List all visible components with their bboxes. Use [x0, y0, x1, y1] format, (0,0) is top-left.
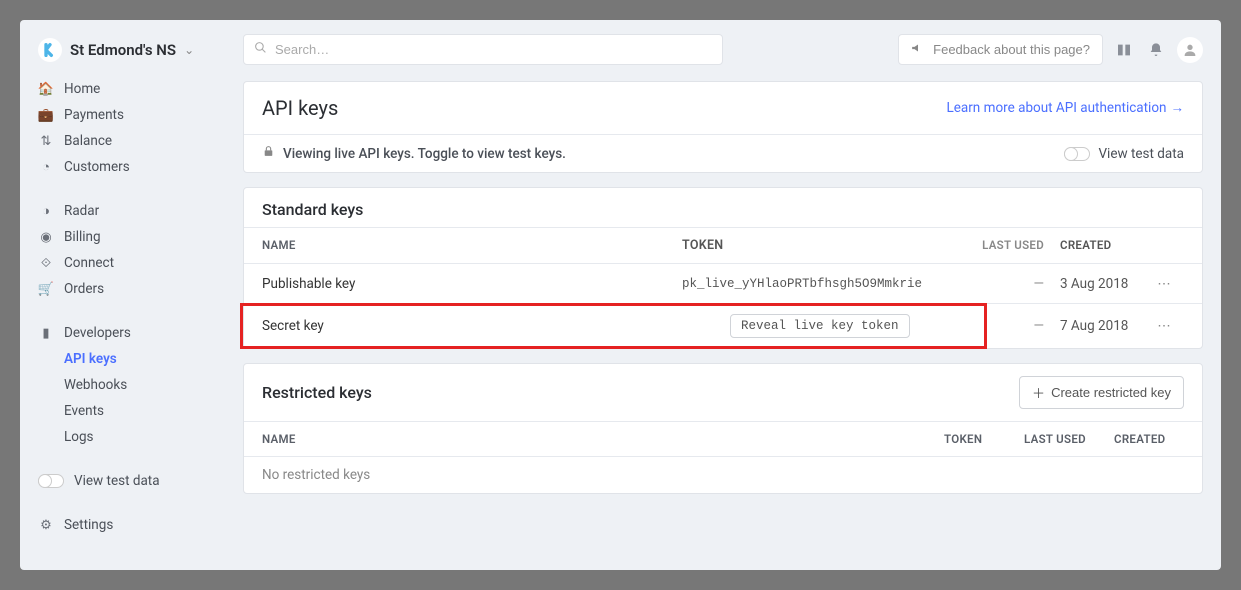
sidebar-item-label: Balance [64, 133, 112, 149]
col-created: CREATED [1114, 432, 1184, 446]
sidebar-item-label: Payments [64, 107, 124, 123]
sidebar-item-webhooks[interactable]: Webhooks [20, 372, 225, 398]
megaphone-icon [911, 41, 925, 58]
sidebar-item-label: Orders [64, 281, 104, 297]
key-used: — [964, 276, 1044, 292]
create-restricted-key-button[interactable]: ＋ Create restricted key [1019, 376, 1184, 409]
sidebar-item-logs[interactable]: Logs [20, 424, 225, 450]
ellipsis-icon: ⋯ [1157, 276, 1171, 292]
org-name: St Edmond's NS [70, 41, 176, 59]
key-created: 7 Aug 2018 [1044, 318, 1144, 334]
sidebar-item-apikeys[interactable]: API keys [20, 346, 225, 372]
col-created: CREATED [1044, 238, 1144, 253]
table-header: NAME TOKEN LAST USED CREATED [244, 227, 1202, 264]
key-created: 3 Aug 2018 [1044, 276, 1144, 292]
table-row: Secret key Reveal live key token — 7 Aug… [244, 304, 1202, 348]
sidebar-item-payments[interactable]: 💼 Payments [20, 102, 225, 128]
row-actions[interactable]: ⋯ [1144, 276, 1184, 292]
col-name: NAME [262, 432, 944, 446]
search-input[interactable] [275, 42, 712, 57]
sidebar-item-label: Events [64, 403, 104, 419]
col-name: NAME [262, 238, 682, 253]
sidebar-item-label: Connect [64, 255, 114, 271]
org-switcher[interactable]: St Edmond's NS ⌄ [20, 34, 225, 76]
bell-icon[interactable] [1145, 39, 1167, 61]
sidebar-item-orders[interactable]: 🛒 Orders [20, 276, 225, 302]
arrow-right-icon: → [1171, 100, 1185, 116]
org-logo-icon [38, 38, 62, 62]
sidebar-item-developers[interactable]: ▮ Developers [20, 320, 225, 346]
col-used: LAST USED [964, 238, 1044, 253]
sidebar-item-label: Developers [64, 325, 131, 341]
key-token: Reveal live key token [682, 314, 964, 338]
info-text: Viewing live API keys. Toggle to view te… [283, 146, 566, 162]
col-token: TOKEN [682, 238, 964, 253]
sidebar-item-label: Radar [64, 203, 99, 219]
learn-more-link[interactable]: Learn more about API authentication → [946, 100, 1184, 116]
restricted-keys-title: Restricted keys [262, 383, 372, 402]
key-used: — [964, 318, 1044, 334]
sidebar-item-balance[interactable]: ⇅ Balance [20, 128, 225, 154]
feedback-label: Feedback about this page? [933, 42, 1090, 57]
target-icon: ◉ [38, 229, 54, 245]
search-input-container[interactable] [243, 34, 723, 65]
arrows-icon: ⇅ [38, 133, 54, 149]
toggle-label: View test data [74, 473, 160, 489]
row-actions[interactable]: ⋯ [1144, 318, 1184, 334]
view-test-data-toggle-top[interactable]: View test data [1064, 146, 1184, 162]
key-name: Publishable key [262, 276, 682, 292]
toggle-switch-icon [38, 474, 64, 488]
plus-icon: ＋ [1032, 383, 1045, 402]
toggle-label: View test data [1098, 146, 1184, 162]
sidebar-item-radar[interactable]: ◑ Radar [20, 198, 225, 224]
table-header: NAME TOKEN LAST USED CREATED [244, 421, 1202, 457]
terminal-icon: ▮ [38, 325, 54, 341]
sidebar-item-label: API keys [64, 351, 117, 367]
sidebar-item-home[interactable]: 🏠 Home [20, 76, 225, 102]
user-circle-icon: ◔ [38, 159, 54, 175]
sidebar-item-settings[interactable]: ⚙ Settings [20, 512, 225, 538]
reveal-token-button[interactable]: Reveal live key token [730, 314, 910, 338]
sidebar-item-label: Logs [64, 429, 94, 445]
ellipsis-icon: ⋯ [1157, 318, 1171, 334]
radar-icon: ◑ [38, 203, 54, 219]
link-icon: ⟐ [38, 255, 54, 271]
chevron-down-icon: ⌄ [184, 43, 194, 57]
docs-icon[interactable] [1113, 39, 1135, 61]
view-test-data-toggle[interactable]: View test data [20, 468, 225, 494]
home-icon: 🏠 [38, 81, 54, 97]
toggle-switch-icon [1064, 147, 1090, 161]
create-key-label: Create restricted key [1051, 385, 1171, 400]
key-token[interactable]: pk_live_yYHlaoPRTbfhsgh5O9Mmkrie [682, 277, 964, 291]
sidebar-item-label: Settings [64, 517, 113, 533]
avatar[interactable] [1177, 37, 1203, 63]
feedback-button[interactable]: Feedback about this page? [898, 34, 1103, 65]
lock-icon [262, 145, 275, 162]
sidebar-item-label: Billing [64, 229, 101, 245]
sidebar-item-label: Customers [64, 159, 130, 175]
sidebar-item-customers[interactable]: ◔ Customers [20, 154, 225, 180]
col-token: TOKEN [944, 432, 1024, 446]
page-title: API keys [262, 96, 338, 120]
learn-more-label: Learn more about API authentication [946, 100, 1166, 116]
basket-icon: 🛒 [38, 281, 54, 297]
search-icon [254, 41, 267, 58]
col-used: LAST USED [1024, 432, 1114, 446]
gear-icon: ⚙ [38, 517, 54, 533]
no-restricted-keys: No restricted keys [244, 457, 1202, 493]
briefcase-icon: 💼 [38, 107, 54, 123]
sidebar-item-label: Webhooks [64, 377, 127, 393]
standard-keys-title: Standard keys [244, 188, 1202, 227]
sidebar-item-label: Home [64, 81, 100, 97]
table-row: Publishable key pk_live_yYHlaoPRTbfhsgh5… [244, 264, 1202, 304]
sidebar-item-events[interactable]: Events [20, 398, 225, 424]
key-name: Secret key [262, 318, 682, 334]
sidebar-item-connect[interactable]: ⟐ Connect [20, 250, 225, 276]
sidebar-item-billing[interactable]: ◉ Billing [20, 224, 225, 250]
